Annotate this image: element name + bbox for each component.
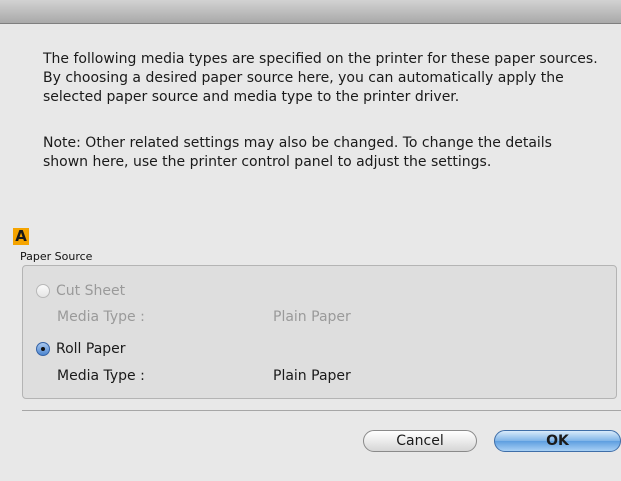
intro-text: The following media types are specified …	[43, 51, 598, 105]
divider	[22, 410, 621, 411]
radio-roll-paper-label: Roll Paper	[56, 341, 126, 357]
cut-sheet-media-type-value: Plain Paper	[273, 309, 351, 325]
note-text: Note: Other related settings may also be…	[43, 135, 552, 170]
radio-cut-sheet[interactable]: Cut Sheet	[36, 283, 125, 299]
radio-checked-icon	[36, 342, 50, 356]
callout-marker-a: A	[13, 228, 29, 245]
radio-roll-paper[interactable]: Roll Paper	[36, 341, 126, 357]
roll-paper-media-type-label: Media Type :	[57, 368, 145, 384]
paper-source-group-title: Paper Source	[20, 250, 93, 263]
cut-sheet-media-type-label: Media Type :	[57, 309, 145, 325]
radio-cut-sheet-label: Cut Sheet	[56, 283, 126, 299]
radio-unchecked-icon	[36, 284, 50, 298]
roll-paper-media-type-value: Plain Paper	[273, 368, 351, 384]
cancel-button[interactable]: Cancel	[363, 430, 477, 452]
ok-button[interactable]: OK	[494, 430, 621, 452]
window-title-bar[interactable]	[0, 0, 621, 24]
